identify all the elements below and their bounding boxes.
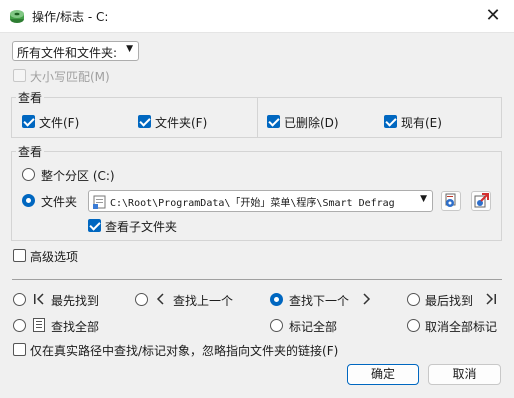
folder-shortcut-icon bbox=[93, 195, 106, 209]
disk-app-icon bbox=[10, 10, 24, 23]
folder-path-select[interactable]: C:\Root\ProgramData\「开始」菜单\程序\Smart Defr… bbox=[88, 190, 433, 212]
view-group-title: 查看 bbox=[16, 89, 45, 106]
subfolders-label: 查看子文件夹 bbox=[105, 220, 178, 234]
find-next-radio[interactable] bbox=[270, 293, 283, 306]
folders-label: 文件夹(F) bbox=[155, 116, 208, 130]
file-filter-value: 所有文件和文件夹: bbox=[17, 46, 118, 60]
existing-checkbox[interactable] bbox=[384, 115, 397, 128]
files-checkbox[interactable] bbox=[22, 115, 35, 128]
go-to-folder-button[interactable] bbox=[471, 191, 491, 211]
whole-partition-radio[interactable] bbox=[22, 168, 35, 181]
cancel-button[interactable]: 取消 bbox=[428, 364, 501, 385]
file-filter-select[interactable]: 所有文件和文件夹: ▼ bbox=[12, 41, 139, 61]
find-last-label: 最后找到 bbox=[425, 294, 474, 308]
close-icon[interactable]: ✕ bbox=[480, 3, 506, 29]
find-last-radio[interactable] bbox=[407, 293, 420, 306]
browse-folder-button[interactable] bbox=[441, 191, 461, 211]
title-bar: 操作/标志 - C: ✕ bbox=[0, 0, 514, 33]
chevron-down-icon: ▼ bbox=[126, 44, 133, 54]
existing-label: 现有(E) bbox=[401, 116, 442, 130]
real-path-label: 仅在真实路径中查找/标记对象，忽略指向文件夹的链接(F) bbox=[30, 344, 339, 358]
find-all-label: 查找全部 bbox=[51, 320, 100, 334]
real-path-checkbox[interactable] bbox=[13, 343, 26, 356]
go-to-folder-icon bbox=[474, 193, 489, 208]
skip-first-icon bbox=[34, 293, 44, 305]
whole-partition-label: 整个分区 (C:) bbox=[41, 169, 115, 183]
find-all-radio[interactable] bbox=[13, 319, 26, 332]
find-first-radio[interactable] bbox=[13, 293, 26, 306]
chevron-right-icon bbox=[363, 293, 371, 305]
deleted-label: 已删除(D) bbox=[284, 116, 339, 130]
match-case-checkbox[interactable] bbox=[13, 69, 26, 82]
folders-checkbox[interactable] bbox=[138, 115, 151, 128]
window-title: 操作/标志 - C: bbox=[32, 10, 109, 24]
separator bbox=[12, 279, 502, 280]
mark-all-label: 标记全部 bbox=[289, 320, 338, 334]
folder-radio[interactable] bbox=[22, 194, 35, 207]
unmark-all-label: 取消全部标记 bbox=[425, 320, 498, 334]
folder-label: 文件夹 bbox=[41, 195, 78, 209]
unmark-all-radio[interactable] bbox=[407, 319, 420, 332]
browse-disk-icon bbox=[445, 193, 456, 207]
folder-path-value: C:\Root\ProgramData\「开始」菜单\程序\Smart Defr… bbox=[110, 198, 395, 209]
find-next-label: 查找下一个 bbox=[289, 294, 350, 308]
chevron-left-icon bbox=[156, 293, 164, 305]
advanced-options-checkbox[interactable] bbox=[13, 249, 26, 262]
document-list-icon bbox=[33, 318, 45, 332]
match-case-label: 大小写匹配(M) bbox=[30, 70, 110, 84]
subfolders-checkbox[interactable] bbox=[88, 219, 101, 232]
view-scope-title: 查看 bbox=[16, 143, 45, 160]
mark-all-radio[interactable] bbox=[270, 319, 283, 332]
find-first-label: 最先找到 bbox=[51, 294, 100, 308]
find-prev-radio[interactable] bbox=[135, 293, 148, 306]
advanced-options-label: 高级选项 bbox=[30, 250, 79, 264]
ok-button[interactable]: 确定 bbox=[347, 364, 419, 385]
chevron-down-icon: ▼ bbox=[418, 194, 427, 204]
group-divider bbox=[257, 97, 258, 138]
skip-last-icon bbox=[486, 293, 496, 305]
find-prev-label: 查找上一个 bbox=[173, 294, 234, 308]
files-label: 文件(F) bbox=[39, 116, 80, 130]
deleted-checkbox[interactable] bbox=[267, 115, 280, 128]
